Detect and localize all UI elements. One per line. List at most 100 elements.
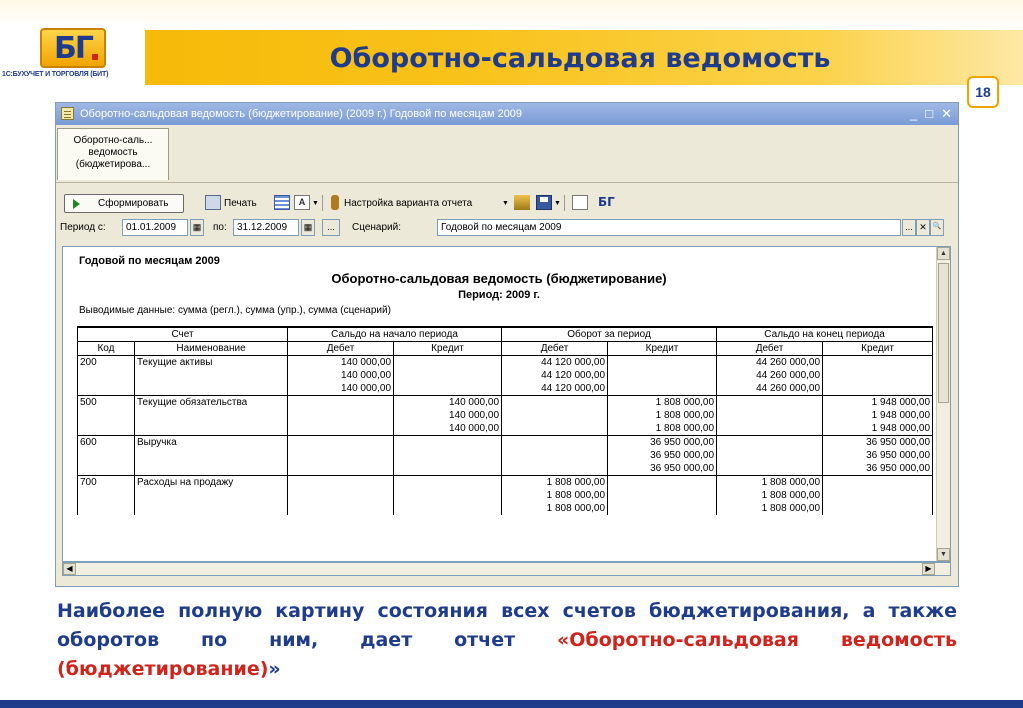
print-button[interactable]: Печать	[224, 194, 257, 213]
tab-report[interactable]: Оборотно-саль... ведомость (бюджетирова.…	[57, 128, 169, 180]
cell-value: 1 808 000,00	[716, 489, 824, 502]
window-title: Оборотно-сальдовая ведомость (бюджетиров…	[80, 108, 523, 120]
table-row[interactable]: 1 808 000,00 1 808 000,00	[77, 502, 934, 515]
cell-value	[716, 435, 824, 449]
period-from-input[interactable]: 01.01.2009	[122, 219, 188, 236]
logo-caption: 1С:БУХУЧЕТ И ТОРГОВЛЯ (БИТ)	[2, 71, 109, 78]
cell-value	[393, 435, 503, 449]
scroll-left-icon[interactable]: ◀	[63, 563, 76, 575]
report-table: Счет Сальдо на начало периода Оборот за …	[76, 326, 934, 515]
report-subtitle: Годовой по месяцам 2009	[79, 255, 220, 267]
generate-button-label: Сформировать	[98, 198, 169, 209]
cell-code	[77, 382, 135, 396]
table-row[interactable]: 140 000,00 1 808 000,00 1 948 000,00	[77, 422, 934, 436]
table-row[interactable]: 140 000,00 1 808 000,00 1 948 000,00	[77, 409, 934, 422]
cell-value	[501, 422, 609, 436]
cell-value	[822, 502, 934, 515]
cell-value: 36 950 000,00	[607, 462, 718, 476]
cell-name: Текущие активы	[133, 355, 289, 369]
cell-code	[77, 449, 135, 462]
scenario-clear-icon[interactable]: ✕	[916, 219, 930, 236]
minimize-button[interactable]: _	[910, 103, 917, 125]
cell-value	[393, 489, 503, 502]
calendar-to-icon[interactable]: ▦	[301, 219, 315, 236]
cell-value	[822, 489, 934, 502]
period-to-input[interactable]: 31.12.2009	[233, 219, 299, 236]
key-icon[interactable]	[331, 195, 339, 210]
table-row[interactable]: 500 Текущие обязательства 140 000,00 1 8…	[77, 395, 934, 409]
cell-name: Текущие обязательства	[133, 395, 289, 409]
cell-value	[822, 369, 934, 382]
calendar-from-icon[interactable]: ▦	[190, 219, 204, 236]
font-dropdown-arrow[interactable]: ▼	[312, 194, 319, 213]
table-row[interactable]: 36 950 000,00 36 950 000,00	[77, 462, 934, 476]
cell-value	[501, 435, 609, 449]
scenario-input[interactable]: Годовой по месяцам 2009	[437, 219, 901, 236]
cell-value	[716, 422, 824, 436]
cell-value: 1 808 000,00	[716, 475, 824, 489]
cell-value	[822, 355, 934, 369]
cell-name	[133, 369, 289, 382]
cell-value	[393, 382, 503, 396]
settings-dropdown-arrow[interactable]: ▼	[502, 194, 509, 213]
table-row[interactable]: 1 808 000,00 1 808 000,00	[77, 489, 934, 502]
scroll-thumb[interactable]	[938, 263, 949, 403]
table-row[interactable]: 140 000,00 44 120 000,00 44 260 000,00	[77, 369, 934, 382]
scroll-up-icon[interactable]: ▲	[937, 247, 950, 260]
report-document-icon	[61, 107, 74, 120]
print-icon[interactable]	[205, 195, 221, 210]
cell-code	[77, 369, 135, 382]
bit-logo-icon[interactable]: БГ	[598, 195, 620, 210]
cell-value: 140 000,00	[393, 409, 503, 422]
upload-icon[interactable]	[514, 195, 530, 210]
report-area[interactable]: Годовой по месяцам 2009 Оборотно-сальдов…	[62, 246, 951, 562]
table-row[interactable]: 140 000,00 44 120 000,00 44 260 000,00	[77, 382, 934, 396]
table-row[interactable]: 700 Расходы на продажу 1 808 000,00 1 80…	[77, 475, 934, 489]
cell-value: 140 000,00	[393, 395, 503, 409]
font-icon[interactable]: A	[294, 195, 310, 210]
report-period: Период: 2009 г.	[458, 289, 540, 301]
maximize-button[interactable]: □	[925, 103, 933, 125]
cell-value	[607, 489, 718, 502]
cell-code	[77, 489, 135, 502]
table-row[interactable]: 200 Текущие активы 140 000,00 44 120 000…	[77, 355, 934, 369]
grid-icon[interactable]	[274, 195, 290, 210]
cell-value	[501, 462, 609, 476]
cell-code: 500	[77, 395, 135, 409]
header-credit: Кредит	[393, 341, 503, 356]
cell-name: Выручка	[133, 435, 289, 449]
cell-value: 36 950 000,00	[607, 435, 718, 449]
scroll-down-icon[interactable]: ▼	[937, 548, 950, 561]
pin-icon[interactable]	[572, 195, 588, 210]
period-select-button[interactable]: ...	[322, 219, 340, 236]
period-to-label: по:	[213, 222, 227, 233]
vertical-scrollbar[interactable]: ▲ ▼	[936, 247, 950, 561]
close-button[interactable]: ✕	[941, 103, 952, 125]
report-toolbar: Сформировать Печать A ▼ Настройка вариан…	[56, 187, 958, 217]
cell-value	[822, 475, 934, 489]
table-row[interactable]: 600 Выручка 36 950 000,00 36 950 000,00	[77, 435, 934, 449]
scenario-label: Сценарий:	[352, 222, 401, 233]
cell-value	[393, 502, 503, 515]
toolbar-separator	[322, 195, 323, 211]
save-icon[interactable]	[536, 195, 552, 210]
table-row[interactable]: 36 950 000,00 36 950 000,00	[77, 449, 934, 462]
cell-code: 200	[77, 355, 135, 369]
scroll-right-icon[interactable]: ▶	[922, 563, 935, 575]
horizontal-scrollbar[interactable]: ◀ ▶	[62, 562, 951, 576]
save-dropdown-arrow[interactable]: ▼	[554, 194, 561, 213]
cell-name	[133, 422, 289, 436]
cell-value	[393, 369, 503, 382]
window-titlebar[interactable]: Оборотно-сальдовая ведомость (бюджетиров…	[56, 103, 958, 125]
cell-value	[716, 395, 824, 409]
cell-value: 140 000,00	[287, 369, 395, 382]
page-number: 18	[967, 76, 999, 108]
scenario-search-icon[interactable]: 🔍	[930, 219, 944, 236]
cell-value	[501, 409, 609, 422]
settings-button[interactable]: Настройка варианта отчета	[344, 194, 472, 213]
scenario-select-button[interactable]: ...	[902, 219, 916, 236]
generate-button[interactable]: Сформировать	[64, 194, 184, 213]
slide-caption: Наиболее полную картину состояния всех с…	[57, 597, 957, 684]
table-header-row-1: Счет Сальдо на начало периода Оборот за …	[76, 326, 934, 342]
cell-value: 1 808 000,00	[607, 409, 718, 422]
